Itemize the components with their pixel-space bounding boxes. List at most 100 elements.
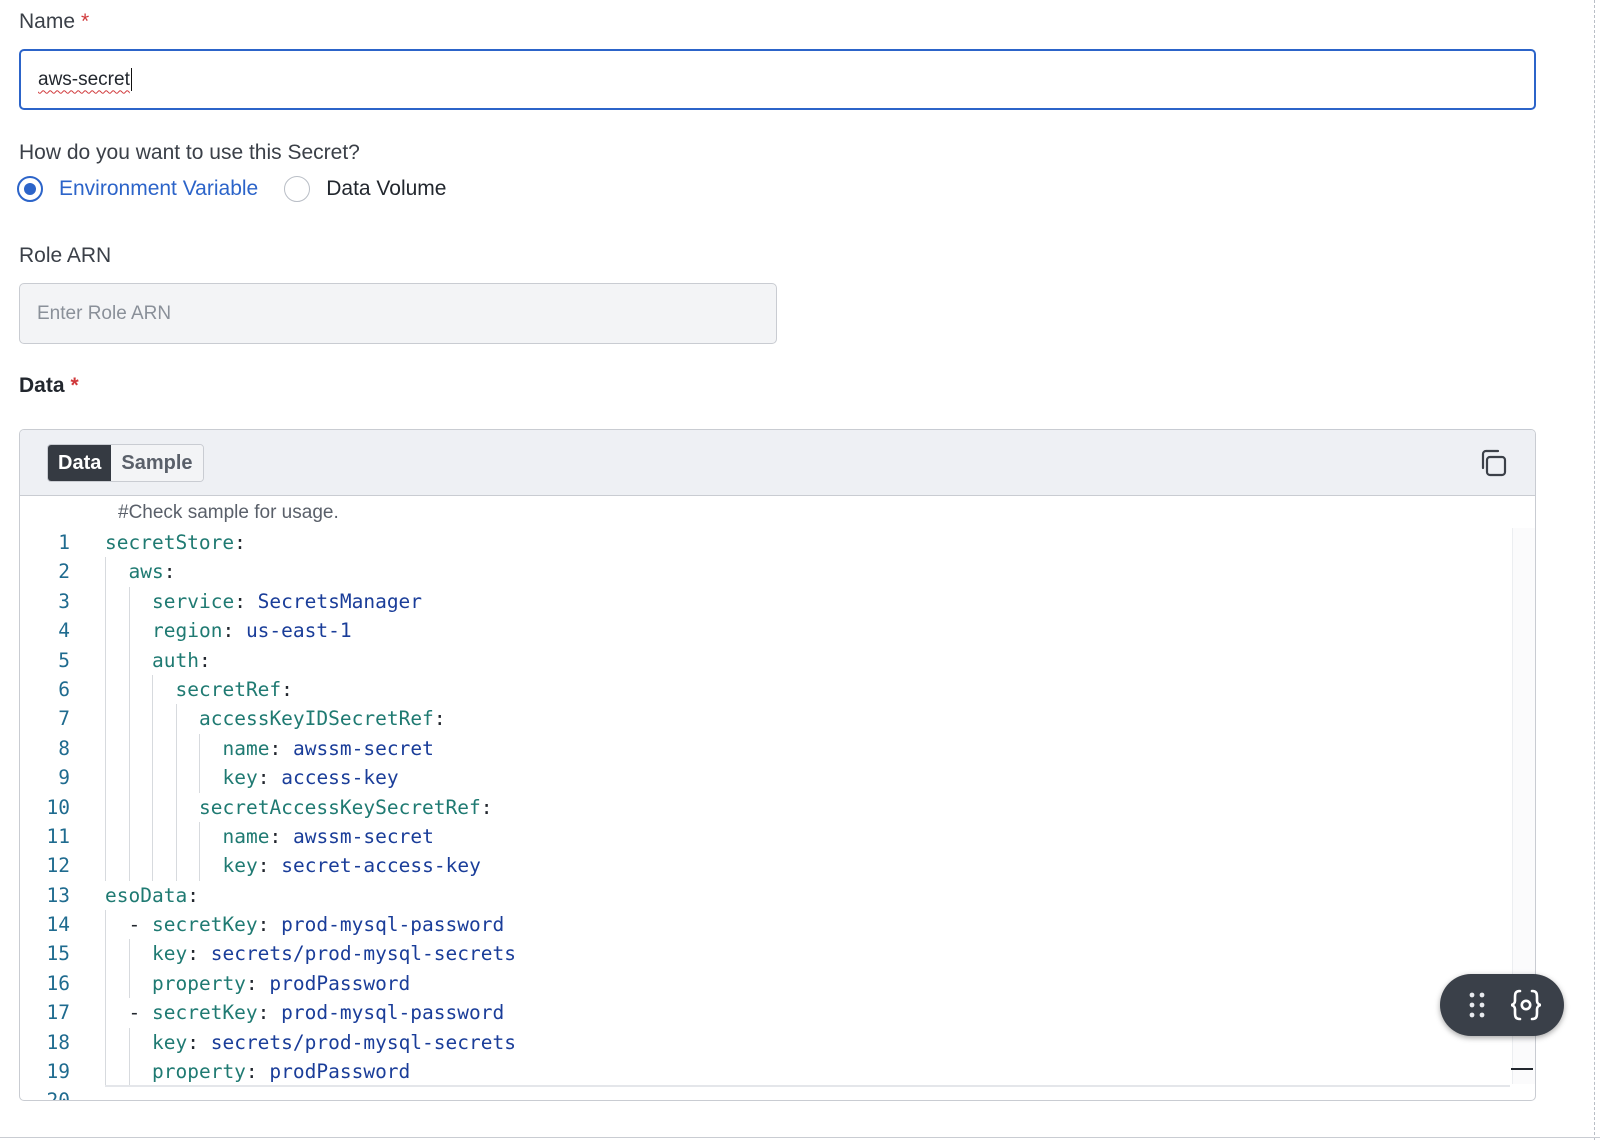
yaml-key: auth bbox=[152, 648, 199, 672]
indent-guide bbox=[152, 792, 153, 822]
indent-guide bbox=[152, 704, 153, 734]
yaml-colon: : bbox=[234, 589, 246, 613]
indent-guide bbox=[128, 645, 130, 675]
yaml-key: secretRef bbox=[175, 677, 282, 701]
yaml-key: property bbox=[152, 1060, 246, 1084]
code-braces-icon[interactable] bbox=[1508, 987, 1544, 1023]
yaml-colon: : bbox=[187, 883, 199, 907]
role-arn-input[interactable]: Enter Role ARN bbox=[19, 283, 777, 344]
yaml-value: prodPassword bbox=[257, 971, 411, 995]
line-number: 16 bbox=[46, 971, 70, 995]
code-line: 4 region: us-east-1 bbox=[20, 616, 1490, 646]
indent-guide bbox=[128, 821, 130, 852]
usage-question: How do you want to use this Secret? bbox=[19, 141, 360, 164]
tab-sample[interactable]: Sample bbox=[111, 445, 203, 481]
indent-guide bbox=[105, 851, 106, 881]
name-input-value: aws-secret bbox=[38, 68, 130, 90]
yaml-key: accessKeyIDSecretRef bbox=[199, 707, 434, 731]
code-text: property: prodPassword bbox=[152, 969, 410, 998]
indent-guide bbox=[175, 763, 177, 793]
indent-guide bbox=[175, 851, 177, 881]
radio-environment-variable[interactable] bbox=[17, 176, 43, 202]
radio-data-volume[interactable] bbox=[284, 176, 311, 202]
code-line: 6 secretRef: bbox=[20, 674, 1490, 705]
copy-icon[interactable] bbox=[1477, 447, 1509, 479]
code-text: key: secrets/prod-mysql-secrets bbox=[152, 939, 516, 968]
indent-guide bbox=[105, 557, 106, 587]
yaml-colon: : bbox=[198, 648, 211, 672]
yaml-colon: : bbox=[245, 971, 258, 995]
yaml-key: aws bbox=[128, 560, 164, 584]
yaml-colon: : bbox=[257, 766, 270, 790]
yaml-key: property bbox=[152, 971, 246, 995]
yaml-colon: : bbox=[257, 1001, 270, 1025]
indent-guide bbox=[105, 998, 106, 1028]
indent-guide bbox=[175, 821, 177, 852]
line-number: 9 bbox=[58, 766, 70, 790]
indent-guide bbox=[199, 763, 200, 793]
indent-guide bbox=[175, 704, 177, 734]
data-label: Data * bbox=[19, 374, 79, 398]
indent-guide bbox=[128, 851, 130, 881]
code-line: 11 name: awssm-secret bbox=[20, 821, 1490, 852]
line-number: 13 bbox=[46, 883, 70, 907]
indent-guide bbox=[105, 586, 106, 617]
name-label-text: Name bbox=[19, 10, 76, 33]
radio-label-environment-variable[interactable]: Environment Variable bbox=[59, 177, 258, 201]
indent-guide bbox=[105, 821, 106, 852]
line-number: 1 bbox=[58, 531, 70, 554]
tab-data[interactable]: Data bbox=[48, 445, 112, 481]
yaml-key: key bbox=[222, 854, 258, 878]
indent-guide bbox=[152, 821, 153, 852]
indent-guide bbox=[128, 704, 130, 734]
yaml-key: secretKey bbox=[151, 1001, 258, 1025]
name-input[interactable]: aws-secret bbox=[19, 49, 1536, 110]
indent-guide bbox=[199, 733, 200, 764]
indent-guide bbox=[128, 939, 130, 969]
line-number: 8 bbox=[58, 736, 70, 760]
code-text: secretRef: bbox=[176, 675, 293, 704]
yaml-colon: : bbox=[257, 854, 270, 878]
indent-guide bbox=[128, 1027, 130, 1058]
text-caret bbox=[130, 68, 133, 91]
code-text: auth: bbox=[152, 646, 211, 675]
line-number: 2 bbox=[58, 560, 70, 584]
yaml-editor[interactable]: Data Sample #Check sample for usage. 1 se… bbox=[19, 429, 1536, 1101]
code-line: 8 name: awssm-secret bbox=[20, 733, 1490, 764]
line-number: 19 bbox=[46, 1060, 70, 1084]
code-line: 7 accessKeyIDSecretRef: bbox=[20, 704, 1490, 734]
indent-guide bbox=[105, 939, 106, 969]
code-line: 1 secretStore: bbox=[20, 528, 1490, 557]
yaml-colon: : bbox=[480, 795, 493, 819]
yaml-colon: : bbox=[187, 942, 199, 966]
drag-handle-icon[interactable] bbox=[1468, 990, 1486, 1020]
indent-guide bbox=[105, 968, 106, 999]
code-text: name: awssm-secret bbox=[223, 822, 434, 851]
floating-action-pill[interactable] bbox=[1440, 974, 1564, 1036]
yaml-key: region bbox=[152, 619, 223, 643]
line-number: 7 bbox=[58, 707, 70, 731]
line-number: 20 bbox=[46, 1089, 70, 1101]
data-sample-toggle: Data Sample bbox=[47, 444, 204, 482]
role-arn-label: Role ARN bbox=[19, 244, 112, 267]
indent-guide bbox=[105, 674, 106, 705]
yaml-value: secrets/prod-mysql-secrets bbox=[198, 942, 516, 966]
yaml-colon: : bbox=[163, 560, 176, 584]
line-number: 11 bbox=[46, 824, 70, 848]
radio-label-data-volume[interactable]: Data Volume bbox=[326, 177, 446, 201]
yaml-colon: : bbox=[433, 707, 446, 731]
name-label: Name * bbox=[19, 10, 89, 34]
indent-guide bbox=[152, 763, 153, 793]
code-text: aws: bbox=[129, 557, 176, 586]
indent-guide bbox=[105, 616, 106, 646]
horizontal-scrollbar[interactable] bbox=[105, 1085, 1510, 1087]
code-area[interactable]: 1 secretStore: 2 aws: 3 service: SecretsManag… bbox=[20, 528, 1490, 1101]
indent-guide bbox=[128, 616, 130, 646]
line-number: 6 bbox=[58, 677, 70, 701]
yaml-value: awssm-secret bbox=[281, 736, 434, 760]
code-line: 9 key: access-key bbox=[20, 763, 1490, 793]
yaml-key: secretStore bbox=[105, 531, 235, 554]
yaml-key: service bbox=[152, 589, 235, 613]
code-line: 18 key: secrets/prod-mysql-secrets bbox=[20, 1027, 1490, 1058]
code-line: 19 property: prodPassword bbox=[20, 1057, 1490, 1087]
